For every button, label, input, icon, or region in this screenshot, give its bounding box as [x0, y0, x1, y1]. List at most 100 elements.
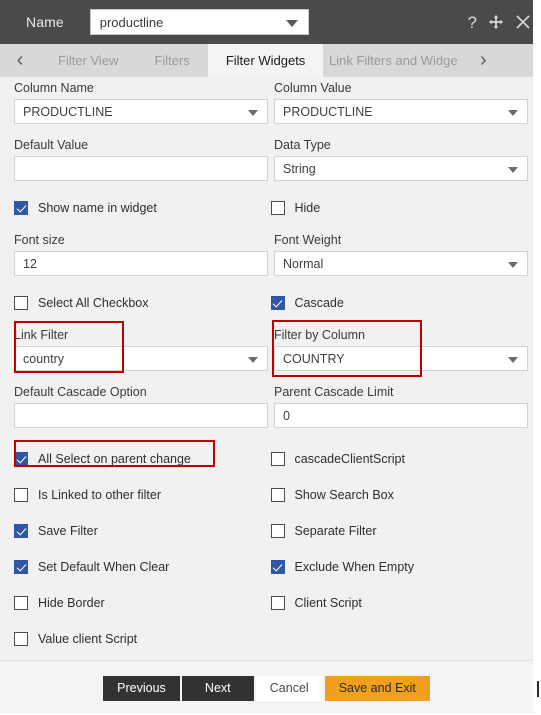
checkbox-cascade[interactable]: Cascade	[270, 291, 522, 315]
exclude-when-empty-checkbox[interactable]	[270, 560, 285, 574]
is-linked-to-other-filter-label: Is Linked to other filter	[38, 488, 161, 502]
hide-checkbox[interactable]	[270, 201, 285, 215]
show-search-box-checkbox[interactable]	[270, 488, 285, 502]
field-default-cascade-option: Default Cascade Option	[14, 385, 268, 428]
checkbox-hide-border[interactable]: Hide Border	[14, 591, 265, 615]
save-and-exit-button[interactable]: Save and Exit	[324, 675, 430, 701]
hide-label: Hide	[294, 201, 321, 215]
form-row-setdefault-exclude: Set Default When Clear Exclude When Empt…	[0, 543, 533, 579]
tabs-scroll-left-icon[interactable]: ‹	[0, 44, 40, 77]
tabs-scroll-right-icon[interactable]: ›	[463, 44, 504, 77]
form-row-linkfilter: Link Filter country Filter by Column COU…	[0, 315, 533, 371]
form-row-showname-hide: Show name in widget Hide	[0, 181, 533, 220]
data-type-select[interactable]: String	[274, 156, 528, 181]
all-select-on-parent-change-checkbox[interactable]	[14, 452, 28, 466]
filter-by-column-label: Filter by Column	[274, 328, 365, 342]
tab-link-filters-and-widgets[interactable]: Link Filters and Widge	[323, 44, 464, 77]
is-linked-to-other-filter-checkbox[interactable]	[14, 488, 28, 502]
form-row-selectall-cascade: Select All Checkbox Cascade	[0, 276, 533, 315]
hide-border-checkbox[interactable]	[14, 596, 28, 610]
filter-by-column-value: COUNTRY	[283, 351, 345, 366]
parent-cascade-limit-input[interactable]: 0	[274, 403, 528, 428]
checkbox-hide[interactable]: Hide	[270, 196, 522, 220]
value-client-script-checkbox[interactable]	[14, 632, 28, 646]
link-filter-value: country	[23, 351, 64, 366]
filter-widgets-dialog: Name productline ? ‹ Filter View Filters…	[0, 0, 541, 715]
select-all-checkbox-checkbox[interactable]	[14, 296, 28, 310]
name-select-value: productline	[99, 14, 164, 30]
form-row-allselect-cascadeclient: All Select on parent change cascadeClien…	[0, 428, 533, 471]
form-row-savefilter-separatefilter: Save Filter Separate Filter	[0, 507, 533, 543]
set-default-when-clear-checkbox[interactable]	[14, 560, 28, 574]
checkbox-show-search-box[interactable]: Show Search Box	[270, 483, 522, 507]
chevron-down-icon	[508, 261, 518, 268]
field-data-type: Data Type String	[274, 138, 528, 181]
show-name-in-widget-checkbox[interactable]	[14, 201, 28, 215]
data-type-value: String	[283, 161, 316, 176]
move-cross-arrows-icon[interactable]	[488, 14, 504, 30]
field-parent-cascade-limit: Parent Cascade Limit 0	[274, 385, 528, 428]
field-font-size: Font size 12	[14, 233, 268, 276]
form-row-cascade-options: Default Cascade Option Parent Cascade Li…	[0, 371, 533, 428]
checkbox-set-default-when-clear[interactable]: Set Default When Clear	[14, 555, 265, 579]
field-default-value: Default Value	[14, 138, 268, 181]
default-cascade-option-input[interactable]	[14, 403, 268, 428]
tab-filters[interactable]: Filters	[136, 44, 208, 77]
close-x-icon[interactable]	[515, 14, 531, 30]
column-value-label: Column Value	[274, 81, 352, 95]
font-size-label: Font size	[14, 233, 65, 247]
checkbox-exclude-when-empty[interactable]: Exclude When Empty	[270, 555, 522, 579]
checkbox-save-filter[interactable]: Save Filter	[14, 519, 265, 543]
cancel-button[interactable]: Cancel	[255, 675, 323, 701]
client-script-checkbox[interactable]	[270, 596, 285, 610]
tab-filter-view[interactable]: Filter View	[40, 44, 137, 77]
checkbox-all-select-on-parent-change[interactable]: All Select on parent change	[14, 447, 265, 471]
show-search-box-label: Show Search Box	[294, 488, 394, 502]
checkbox-select-all[interactable]: Select All Checkbox	[14, 291, 265, 315]
select-all-checkbox-label: Select All Checkbox	[38, 296, 149, 310]
parent-cascade-limit-value: 0	[283, 408, 290, 423]
form-row-hideborder-clientscript: Hide Border Client Script	[0, 579, 533, 615]
field-column-value: Column Value PRODUCTLINE	[274, 81, 528, 124]
checkbox-separate-filter[interactable]: Separate Filter	[270, 519, 522, 543]
cascade-client-script-checkbox[interactable]	[270, 452, 285, 466]
show-name-in-widget-label: Show name in widget	[38, 201, 157, 215]
save-filter-checkbox[interactable]	[14, 524, 28, 538]
checkbox-cascade-client-script[interactable]: cascadeClientScript	[270, 447, 522, 471]
name-label: Name	[26, 14, 64, 30]
previous-button[interactable]: Previous	[103, 675, 180, 701]
font-weight-select[interactable]: Normal	[274, 251, 528, 276]
data-type-label: Data Type	[274, 138, 331, 152]
link-filter-select[interactable]: country	[14, 346, 268, 371]
question-mark-icon[interactable]: ?	[468, 14, 477, 31]
separate-filter-checkbox[interactable]	[270, 524, 285, 538]
field-filter-by-column: Filter by Column COUNTRY	[274, 328, 528, 371]
checkbox-client-script[interactable]: Client Script	[270, 591, 522, 615]
set-default-when-clear-label: Set Default When Clear	[38, 560, 170, 574]
cascade-client-script-label: cascadeClientScript	[294, 452, 405, 466]
cascade-checkbox[interactable]	[270, 296, 285, 310]
tab-filter-widgets[interactable]: Filter Widgets	[207, 44, 324, 77]
form-row-font: Font size 12 Font Weight Normal	[0, 220, 533, 276]
right-edge-strip	[533, 0, 541, 715]
hide-border-label: Hide Border	[38, 596, 105, 610]
client-script-label: Client Script	[294, 596, 362, 610]
column-name-value: PRODUCTLINE	[23, 104, 113, 119]
chevron-down-icon	[285, 20, 298, 27]
resize-handle[interactable]	[537, 681, 539, 697]
filter-widgets-form: Column Name PRODUCTLINE Column Value PRO…	[0, 77, 533, 660]
column-value-select[interactable]: PRODUCTLINE	[274, 99, 528, 124]
column-name-select[interactable]: PRODUCTLINE	[14, 99, 268, 124]
value-client-script-label: Value client Script	[38, 632, 138, 646]
checkbox-value-client-script[interactable]: Value client Script	[14, 627, 265, 651]
default-value-label: Default Value	[14, 138, 89, 152]
default-value-input[interactable]	[14, 156, 268, 181]
name-select[interactable]: productline	[89, 9, 309, 35]
next-button[interactable]: Next	[181, 675, 254, 701]
checkbox-is-linked-to-other-filter[interactable]: Is Linked to other filter	[14, 483, 265, 507]
font-size-input[interactable]: 12	[14, 251, 268, 276]
filter-by-column-select[interactable]: COUNTRY	[274, 346, 528, 371]
separate-filter-label: Separate Filter	[294, 524, 377, 538]
checkbox-show-name-in-widget[interactable]: Show name in widget	[14, 196, 265, 220]
form-row-valueclientscript: Value client Script	[0, 615, 533, 651]
